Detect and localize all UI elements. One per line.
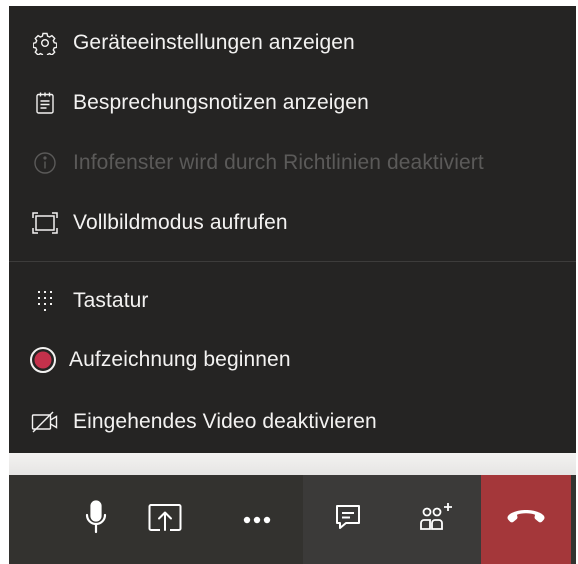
menu-item-label: Besprechungsnotizen anzeigen <box>73 91 369 114</box>
share-screen-button[interactable] <box>119 475 211 564</box>
hang-up-button[interactable] <box>481 475 571 564</box>
info-icon <box>31 149 59 177</box>
menu-divider <box>9 261 576 262</box>
participants-icon <box>418 501 456 538</box>
menu-item-meeting-notes[interactable]: Besprechungsnotizen anzeigen <box>9 78 576 128</box>
microphone-button[interactable] <box>9 475 119 564</box>
fullscreen-icon <box>31 209 59 237</box>
participants-button[interactable] <box>393 475 481 564</box>
menu-item-turn-off-incoming-video[interactable]: Eingehendes Video deaktivieren <box>9 397 576 447</box>
chat-icon <box>334 503 362 536</box>
menu-item-label: Tastatur <box>73 289 149 312</box>
menu-item-label: Vollbildmodus aufrufen <box>73 211 288 234</box>
menu-item-start-recording[interactable]: Aufzeichnung beginnen <box>9 335 576 385</box>
video-off-icon <box>31 408 59 436</box>
menu-item-label: Eingehendes Video deaktivieren <box>73 410 377 433</box>
microphone-icon <box>85 500 107 539</box>
menu-item-label: Geräteeinstellungen anzeigen <box>73 31 355 54</box>
hang-up-icon <box>506 509 546 530</box>
menu-item-fullscreen[interactable]: Vollbildmodus aufrufen <box>9 198 576 248</box>
menu-item-device-settings[interactable]: Geräteeinstellungen anzeigen <box>9 18 576 68</box>
call-controls-toolbar <box>9 475 576 564</box>
gear-icon <box>31 29 59 57</box>
chat-button[interactable] <box>303 475 393 564</box>
dialpad-icon <box>31 287 59 315</box>
more-options-icon <box>243 511 271 529</box>
notes-icon <box>31 89 59 117</box>
menu-item-dialpad[interactable]: Tastatur <box>9 276 576 326</box>
menu-item-label: Aufzeichnung beginnen <box>69 348 291 371</box>
menu-item-label: Infofenster wird durch Richtlinien deakt… <box>73 151 484 174</box>
record-icon <box>29 346 57 374</box>
more-actions-menu: Geräteeinstellungen anzeigen Besprechung… <box>9 6 576 453</box>
more-options-button[interactable] <box>211 475 303 564</box>
menu-item-info-pane-disabled: Infofenster wird durch Richtlinien deakt… <box>9 138 576 188</box>
menu-gap <box>9 453 576 475</box>
share-screen-icon <box>148 502 182 537</box>
toolbar-right-group <box>303 475 571 564</box>
